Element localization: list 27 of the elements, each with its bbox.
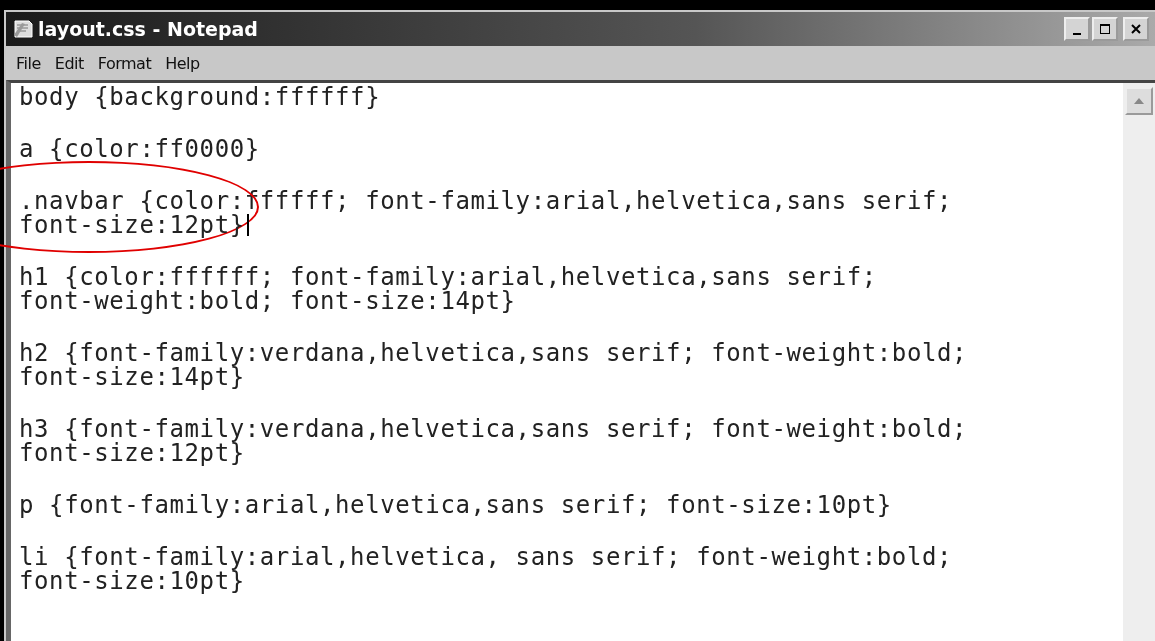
menu-item[interactable]: Format — [97, 53, 152, 73]
close-icon — [1130, 23, 1142, 35]
menu-item[interactable]: File — [16, 53, 41, 73]
notepad-icon — [12, 19, 34, 39]
code-line: h1 {color:ffffff; font-family:arial,helvetica,sans serif; — [19, 265, 877, 289]
code-line: font-weight:bold; font-size:14pt} — [19, 289, 516, 313]
menu-item[interactable]: Edit — [54, 53, 84, 73]
up-arrow-icon — [1134, 98, 1144, 104]
code-line: li {font-family:arial,helvetica, sans serif; font-weight:bold; — [19, 545, 953, 569]
menu-item[interactable]: Help — [165, 53, 200, 73]
close-button[interactable] — [1123, 17, 1149, 41]
code-line: font-size:14pt} — [19, 365, 245, 389]
code-line: h2 {font-family:verdana,helvetica,sans serif; font-weight:bold; — [19, 341, 968, 365]
scroll-up-button[interactable] — [1125, 87, 1153, 115]
code-line: font-size:12pt} — [19, 213, 245, 237]
code-line: font-size:12pt} — [19, 441, 245, 465]
code-line: font-size:10pt} — [19, 569, 245, 593]
code-line: body {background:ffffff} — [19, 85, 381, 109]
maximize-icon — [1099, 23, 1111, 35]
minimize-icon — [1073, 33, 1081, 35]
window-title: layout.css - Notepad — [38, 18, 258, 40]
code-line: h3 {font-family:verdana,helvetica,sans serif; font-weight:bold; — [19, 417, 968, 441]
code-line: a {color:ff0000} — [19, 137, 260, 161]
code-line: p {font-family:arial,helvetica,sans serif; font-size:10pt} — [19, 493, 892, 517]
minimize-button[interactable] — [1064, 17, 1090, 41]
maximize-button[interactable] — [1092, 17, 1118, 41]
scrollbar[interactable] — [1123, 83, 1155, 641]
